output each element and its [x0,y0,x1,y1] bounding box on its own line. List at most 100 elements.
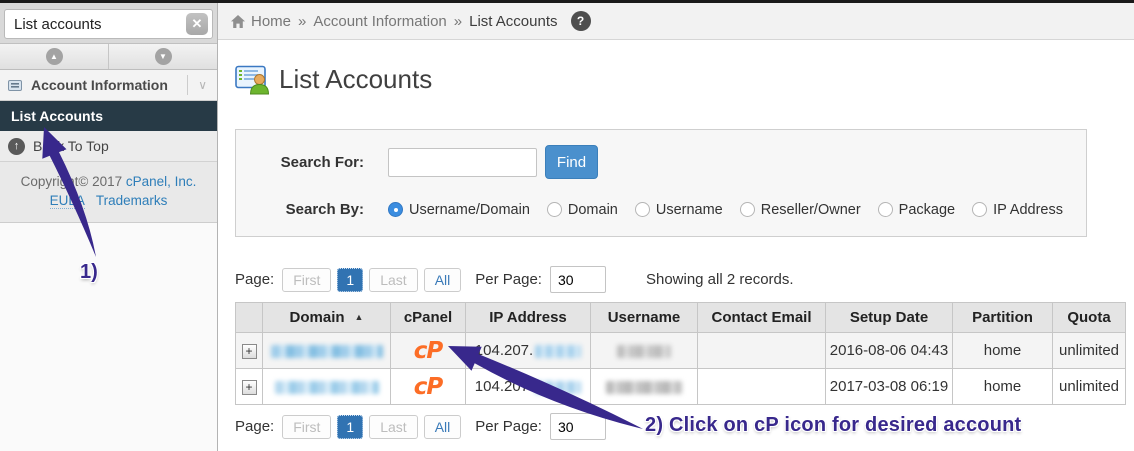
first-page-button[interactable]: First [282,415,331,439]
search-input[interactable] [388,148,537,177]
header-username[interactable]: Username [591,303,698,333]
radio-option-reseller-owner[interactable]: Reseller/Owner [740,202,861,218]
header-partition[interactable]: Partition [953,303,1053,333]
radio-option-domain[interactable]: Domain [547,202,618,218]
scroll-down-button[interactable]: ▼ [109,44,217,69]
all-pages-button[interactable]: All [424,268,462,292]
cpanel-login-icon[interactable]: cP [414,338,443,364]
table-header-row: Domain▲ cPanel IP Address Username Conta… [236,303,1126,333]
app-window: ✕ ▲ ▼ Account Information ∨ List Account… [0,3,1134,451]
ip-prefix: 104.207. [475,342,533,359]
radio-label: Domain [568,202,618,218]
sidebar-section-account-information[interactable]: Account Information ∨ [0,70,217,101]
search-by-options: Username/Domain Domain Username Res [388,202,1063,218]
radio-label: Username [656,202,723,218]
pagination-top: Page: First 1 Last All Per Page: Showing… [235,266,1134,293]
home-icon [230,14,246,29]
sidebar: ✕ ▲ ▼ Account Information ∨ List Account… [0,3,218,451]
search-for-label: Search For: [258,154,364,171]
quota-cell: unlimited [1053,369,1126,405]
eula-link[interactable]: EULA [50,193,85,209]
cpanel-inc-link[interactable]: cPanel, Inc. [126,174,197,189]
expander-cell: + [236,369,263,405]
header-quota[interactable]: Quota [1053,303,1126,333]
scroll-up-button[interactable]: ▲ [0,44,109,69]
domain-cell[interactable] [263,369,391,405]
first-page-button[interactable]: First [282,268,331,292]
radio-label: IP Address [993,202,1063,218]
breadcrumb-list-accounts: List Accounts [469,13,557,30]
header-cpanel[interactable]: cPanel [391,303,466,333]
expander-cell: + [236,333,263,369]
expand-row-icon[interactable]: + [242,344,257,359]
sort-asc-icon: ▲ [355,312,364,322]
list-accounts-icon [235,62,269,96]
section-collapse-icon[interactable]: ∨ [187,75,209,95]
breadcrumb: Home » Account Information » List Accoun… [218,3,1134,40]
trademarks-link[interactable]: Trademarks [96,193,168,208]
sidebar-section-label: Account Information [31,77,187,93]
setup-date-cell: 2016-08-06 04:43 [826,333,953,369]
back-to-top-label: Back To Top [33,138,109,154]
header-setup-date[interactable]: Setup Date [826,303,953,333]
ip-address-cell[interactable]: 104.207. [466,369,591,405]
radio-icon[interactable] [740,202,755,217]
last-page-button[interactable]: Last [369,268,417,292]
main-area: Home » Account Information » List Accoun… [218,3,1134,451]
sidebar-item-list-accounts[interactable]: List Accounts [0,101,217,131]
header-ip-address[interactable]: IP Address [466,303,591,333]
sidebar-search-input[interactable] [4,9,213,39]
per-page-label: Per Page: [475,271,542,288]
radio-icon[interactable] [547,202,562,217]
copyright-text: Copyright© 2017 [21,174,126,189]
cpanel-login-icon[interactable]: cP [414,374,443,400]
annotation-step1: 1) [80,261,98,284]
per-page-input[interactable] [550,266,606,293]
help-icon[interactable]: ? [571,11,591,31]
table-row: + cP 104.207. 2017-03-08 06:19 home unli… [236,369,1126,405]
radio-icon[interactable] [878,202,893,217]
breadcrumb-home[interactable]: Home [251,13,291,30]
current-page-button[interactable]: 1 [337,268,363,292]
all-pages-button[interactable]: All [424,415,462,439]
search-by-label: Search By: [258,201,364,218]
radio-option-username-domain[interactable]: Username/Domain [388,202,530,218]
scroll-up-icon: ▲ [46,48,63,65]
radio-option-package[interactable]: Package [878,202,955,218]
radio-label: Username/Domain [409,202,530,218]
page-title-row: List Accounts [235,61,1134,97]
header-expander [236,303,263,333]
current-page-button[interactable]: 1 [337,415,363,439]
search-panel: Search For: Find Search By: Username/Dom… [235,129,1087,237]
header-domain[interactable]: Domain▲ [263,303,391,333]
scroll-down-icon: ▼ [155,48,172,65]
radio-icon[interactable] [972,202,987,217]
partition-cell: home [953,333,1053,369]
redacted-username [606,381,682,394]
find-button[interactable]: Find [545,145,598,179]
redacted-username [617,345,671,358]
sidebar-footer: Copyright© 2017 cPanel, Inc. EULA Tradem… [0,162,217,223]
per-page-input[interactable] [550,413,606,440]
radio-icon[interactable] [635,202,650,217]
sidebar-scroll-buttons: ▲ ▼ [0,43,217,70]
accounts-table: Domain▲ cPanel IP Address Username Conta… [235,302,1126,405]
redacted-domain[interactable] [271,345,383,358]
last-page-button[interactable]: Last [369,415,417,439]
radio-option-ip-address[interactable]: IP Address [972,202,1063,218]
radio-option-username[interactable]: Username [635,202,723,218]
breadcrumb-separator: » [454,13,462,30]
breadcrumb-account-information[interactable]: Account Information [313,13,446,30]
clear-search-icon[interactable]: ✕ [186,13,208,35]
expand-row-icon[interactable]: + [242,380,257,395]
radio-selected-icon[interactable] [388,202,403,217]
domain-cell[interactable] [263,333,391,369]
header-contact-email[interactable]: Contact Email [698,303,826,333]
contact-email-cell [698,333,826,369]
back-to-top-link[interactable]: ↑ Back To Top [0,131,217,162]
cpanel-cell: cP [391,369,466,405]
records-summary: Showing all 2 records. [646,271,794,288]
annotation-step2: 2) Click on cP icon for desired account [645,414,1021,437]
ip-address-cell[interactable]: 104.207. [466,333,591,369]
redacted-domain[interactable] [275,381,379,394]
